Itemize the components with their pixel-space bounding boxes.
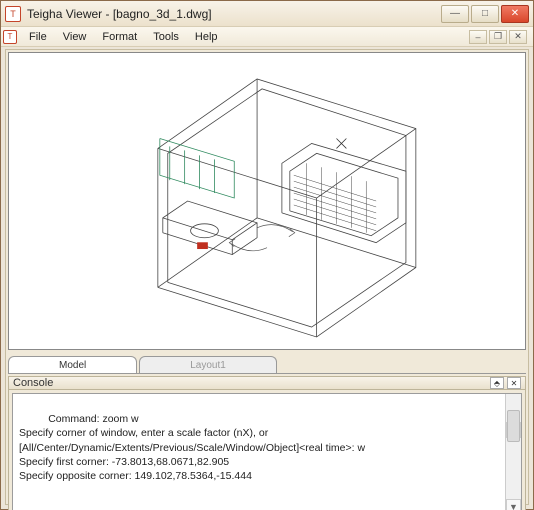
menu-help[interactable]: Help: [187, 29, 226, 45]
drawing-svg: [9, 53, 525, 349]
window-title: Teigha Viewer - [bagno_3d_1.dwg]: [27, 7, 441, 21]
menu-view[interactable]: View: [55, 29, 95, 45]
console-header[interactable]: Console ⬘ ✕: [8, 376, 526, 390]
console-log-text: Command: zoom w Specify corner of window…: [19, 413, 365, 482]
menu-file[interactable]: File: [21, 29, 55, 45]
drawing-canvas[interactable]: [8, 52, 526, 350]
menu-tools[interactable]: Tools: [145, 29, 187, 45]
app-window: T Teigha Viewer - [bagno_3d_1.dwg] — □ ✕…: [0, 0, 534, 510]
mdi-restore-button[interactable]: ❐: [489, 30, 507, 44]
scroll-thumb[interactable]: [507, 410, 520, 442]
console-title: Console: [13, 377, 53, 389]
tab-model[interactable]: Model: [8, 356, 137, 374]
maximize-button[interactable]: □: [471, 5, 499, 23]
close-button[interactable]: ✕: [501, 5, 529, 23]
titlebar[interactable]: T Teigha Viewer - [bagno_3d_1.dwg] — □ ✕: [1, 1, 533, 27]
app-icon: T: [5, 6, 21, 22]
console-log[interactable]: Command: zoom w Specify corner of window…: [12, 393, 522, 510]
console-pin-button[interactable]: ⬘: [490, 377, 504, 389]
console-panel: Console ⬘ ✕ Command: zoom w Specify corn…: [8, 376, 526, 502]
console-close-button[interactable]: ✕: [507, 377, 521, 389]
document-icon[interactable]: T: [3, 30, 17, 44]
menu-format[interactable]: Format: [94, 29, 145, 45]
mdi-close-button[interactable]: ✕: [509, 30, 527, 44]
scroll-down-icon[interactable]: ▼: [506, 499, 521, 510]
mdi-minimize-button[interactable]: –: [469, 30, 487, 44]
menubar: T File View Format Tools Help – ❐ ✕: [1, 27, 533, 47]
client-area: Model Layout1 Console ⬘ ✕ Command: zoom …: [5, 49, 529, 505]
tab-layout1[interactable]: Layout1: [139, 356, 277, 374]
console-scrollbar[interactable]: ▲ ▼: [505, 394, 521, 510]
layout-tabs: Model Layout1: [8, 352, 526, 374]
minimize-button[interactable]: —: [441, 5, 469, 23]
